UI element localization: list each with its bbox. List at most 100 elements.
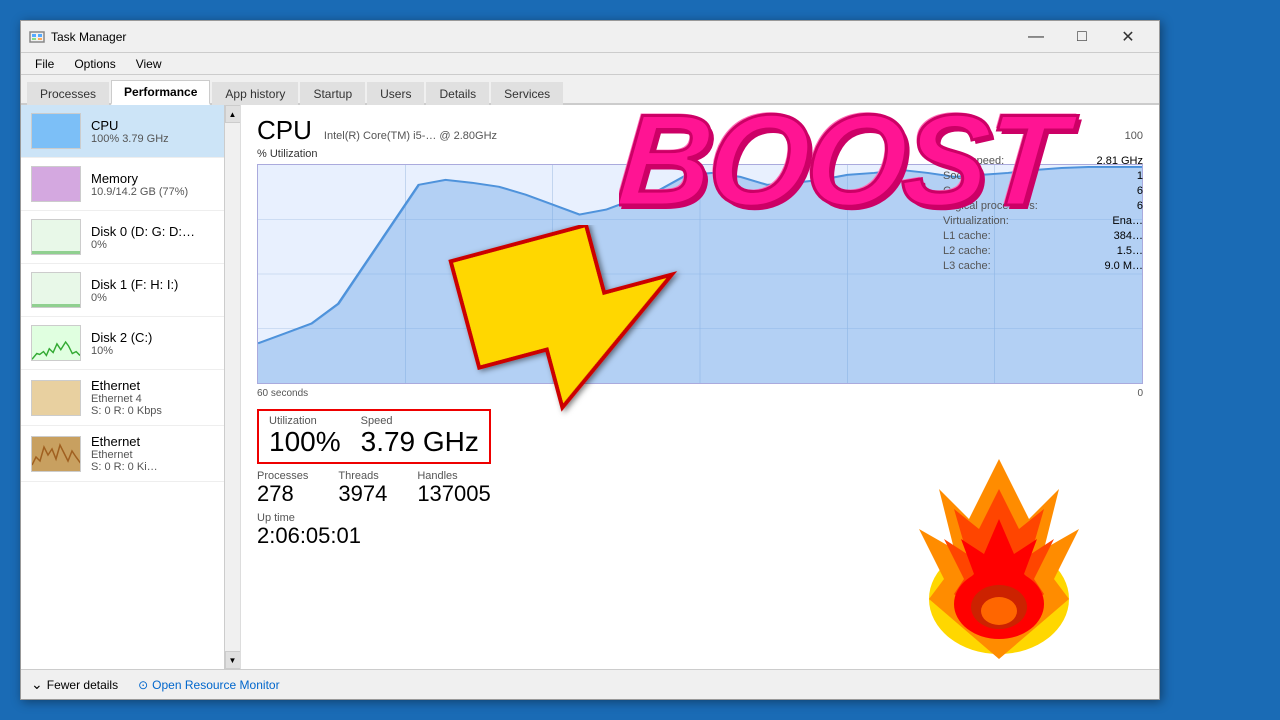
disk0-value: 0% xyxy=(91,239,195,251)
l2-label: L2 cache: xyxy=(943,245,991,257)
l3-label: L3 cache: xyxy=(943,260,991,272)
sidebar-item-disk1[interactable]: Disk 1 (F: H: I:) 0% xyxy=(21,264,240,317)
virt-label: Virtualization: xyxy=(943,215,1009,227)
cpu-max-label: 100 xyxy=(1125,130,1143,142)
fewer-details-icon: ⌄ xyxy=(31,676,43,693)
disk1-value: 0% xyxy=(91,292,178,304)
handles-stat: Handles 137005 xyxy=(417,470,490,506)
scroll-track xyxy=(225,123,241,651)
ethernet1-name: Ethernet xyxy=(91,378,162,393)
sidebar-item-disk2[interactable]: Disk 2 (C:) 10% xyxy=(21,317,240,370)
virt-value: Ena… xyxy=(1112,215,1143,227)
stats-row: Utilization 100% Speed 3.79 GHz xyxy=(257,409,1143,464)
cpu-thumbnail xyxy=(31,113,81,149)
sidebar-item-ethernet1[interactable]: Ethernet Ethernet 4 S: 0 R: 0 Kbps xyxy=(21,370,240,426)
tab-performance[interactable]: Performance xyxy=(111,80,210,105)
ethernet2-name: Ethernet xyxy=(91,434,158,449)
processes-label: Processes xyxy=(257,470,308,482)
ethernet1-thumbnail xyxy=(31,380,81,416)
memory-value: 10.9/14.2 GB (77%) xyxy=(91,186,188,198)
speed-stat: Speed 3.79 GHz xyxy=(361,415,479,458)
cpu-content-area: CPU Intel(R) Core(TM) i5-… @ 2.80GHz 100… xyxy=(241,105,1159,669)
tab-app-history[interactable]: App history xyxy=(212,82,298,105)
tab-users[interactable]: Users xyxy=(367,82,424,105)
sidebar-item-ethernet2[interactable]: Ethernet Ethernet S: 0 R: 0 Ki… xyxy=(21,426,240,482)
processes-value: 278 xyxy=(257,482,308,506)
tab-services[interactable]: Services xyxy=(491,82,563,105)
sidebar-item-disk0[interactable]: Disk 0 (D: G: D:… 0% xyxy=(21,211,240,264)
l3-value: 9.0 M… xyxy=(1104,260,1143,272)
resource-monitor-label: Open Resource Monitor xyxy=(152,678,279,692)
tab-processes[interactable]: Processes xyxy=(27,82,109,105)
cpu-panel-subtitle: Intel(R) Core(TM) i5-… @ 2.80GHz xyxy=(324,130,497,142)
ethernet2-subname: Ethernet xyxy=(91,449,158,461)
scroll-down-arrow[interactable]: ▼ xyxy=(225,651,241,669)
title-bar-left: Task Manager xyxy=(29,29,126,45)
processes-stat: Processes 278 xyxy=(257,470,308,506)
base-speed-label: Base speed: xyxy=(943,155,1004,167)
l1-cache-row: L1 cache: 384… xyxy=(943,230,1143,242)
threads-stat: Threads 3974 xyxy=(338,470,387,506)
sidebar-scrollbar[interactable]: ▲ ▼ xyxy=(224,105,240,669)
fewer-details-button[interactable]: ⌄ Fewer details xyxy=(31,676,118,693)
menu-file[interactable]: File xyxy=(27,55,62,73)
window-title: Task Manager xyxy=(51,30,126,44)
logical-processors-row: Logical processors: 6 xyxy=(943,200,1143,212)
disk0-name: Disk 0 (D: G: D:… xyxy=(91,224,195,239)
close-button[interactable]: ✕ xyxy=(1105,21,1151,53)
resource-monitor-icon: ⊙ xyxy=(138,678,148,692)
sidebar-item-cpu[interactable]: CPU 100% 3.79 GHz xyxy=(21,105,240,158)
base-speed-row: Base speed: 2.81 GHz xyxy=(943,155,1143,167)
menu-view[interactable]: View xyxy=(128,55,170,73)
uptime-value: 2:06:05:01 xyxy=(257,523,361,548)
sockets-row: Sockets: 1 xyxy=(943,170,1143,182)
l2-value: 1.5… xyxy=(1117,245,1143,257)
handles-label: Handles xyxy=(417,470,490,482)
bottom-bar: ⌄ Fewer details ⊙ Open Resource Monitor xyxy=(21,669,1159,699)
minimize-button[interactable]: — xyxy=(1013,21,1059,53)
disk2-thumbnail xyxy=(31,325,81,361)
menu-options[interactable]: Options xyxy=(66,55,123,73)
main-content: CPU 100% 3.79 GHz Memory 10.9/14.2 GB (7… xyxy=(21,105,1159,669)
time-label: 60 seconds xyxy=(257,388,308,399)
cores-value: 6 xyxy=(1137,185,1143,197)
handles-value: 137005 xyxy=(417,482,490,506)
utilization-stat: Utilization 100% xyxy=(269,415,341,458)
base-speed-value: 2.81 GHz xyxy=(1097,155,1143,167)
min-label: 0 xyxy=(1137,388,1143,399)
maximize-button[interactable]: □ xyxy=(1059,21,1105,53)
info-panel: Base speed: 2.81 GHz Sockets: 1 Cores: 6… xyxy=(943,155,1143,275)
menu-bar: File Options View xyxy=(21,53,1159,75)
memory-name: Memory xyxy=(91,171,188,186)
disk2-name: Disk 2 (C:) xyxy=(91,330,152,345)
title-bar: Task Manager — □ ✕ xyxy=(21,21,1159,53)
l2-cache-row: L2 cache: 1.5… xyxy=(943,245,1143,257)
threads-value: 3974 xyxy=(338,482,387,506)
fewer-details-label: Fewer details xyxy=(47,678,118,692)
uptime-row: Up time 2:06:05:01 xyxy=(257,510,1143,548)
cpu-panel-title: CPU xyxy=(257,115,312,146)
tab-details[interactable]: Details xyxy=(426,82,489,105)
sidebar-item-memory[interactable]: Memory 10.9/14.2 GB (77%) xyxy=(21,158,240,211)
l1-value: 384… xyxy=(1114,230,1143,242)
ethernet1-value: S: 0 R: 0 Kbps xyxy=(91,405,162,417)
scroll-up-arrow[interactable]: ▲ xyxy=(225,105,241,123)
sockets-value: 1 xyxy=(1137,170,1143,182)
disk1-thumbnail xyxy=(31,272,81,308)
memory-thumbnail xyxy=(31,166,81,202)
disk2-value: 10% xyxy=(91,345,152,357)
cpu-title-row: CPU Intel(R) Core(TM) i5-… @ 2.80GHz 100 xyxy=(257,115,1143,146)
logical-label: Logical processors: xyxy=(943,200,1038,212)
logical-value: 6 xyxy=(1137,200,1143,212)
processes-row: Processes 278 Threads 3974 Handles 13700… xyxy=(257,470,1143,506)
open-resource-monitor-link[interactable]: ⊙ Open Resource Monitor xyxy=(138,678,279,692)
l3-cache-row: L3 cache: 9.0 M… xyxy=(943,260,1143,272)
title-bar-controls: — □ ✕ xyxy=(1013,21,1151,53)
cores-label: Cores: xyxy=(943,185,975,197)
threads-label: Threads xyxy=(338,470,387,482)
task-manager-icon xyxy=(29,29,45,45)
cores-row: Cores: 6 xyxy=(943,185,1143,197)
tab-bar: Processes Performance App history Startu… xyxy=(21,75,1159,105)
tab-startup[interactable]: Startup xyxy=(300,82,365,105)
cpu-value: 100% 3.79 GHz xyxy=(91,133,169,145)
